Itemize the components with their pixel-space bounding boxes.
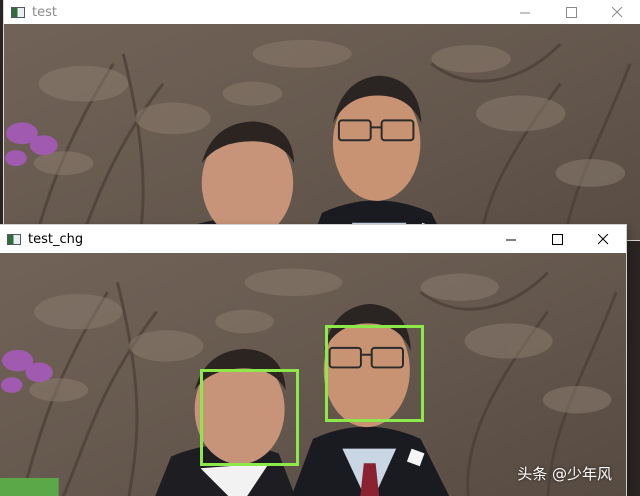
close-icon[interactable] <box>594 0 640 24</box>
processed-image: 头条 @少年风 <box>0 253 626 496</box>
maximize-icon[interactable] <box>548 0 594 24</box>
title-bar[interactable]: test_chg <box>0 225 626 253</box>
minimize-icon[interactable] <box>488 225 534 253</box>
test-window: test <box>4 0 640 240</box>
test-chg-window: test_chg 头条 @少年风 <box>0 225 626 496</box>
watermark: 头条 @少年风 <box>517 465 612 483</box>
app-icon <box>11 6 25 18</box>
original-image <box>4 24 640 240</box>
window-controls <box>502 0 640 24</box>
maximize-icon[interactable] <box>534 225 580 253</box>
window-title: test_chg <box>28 231 84 247</box>
window-title: test <box>32 4 57 20</box>
face-detection-box <box>200 369 299 466</box>
window-controls <box>488 225 626 253</box>
app-icon <box>7 233 21 245</box>
face-detection-box <box>325 325 424 422</box>
minimize-icon[interactable] <box>502 0 548 24</box>
close-icon[interactable] <box>580 225 626 253</box>
title-bar[interactable]: test <box>4 0 640 24</box>
